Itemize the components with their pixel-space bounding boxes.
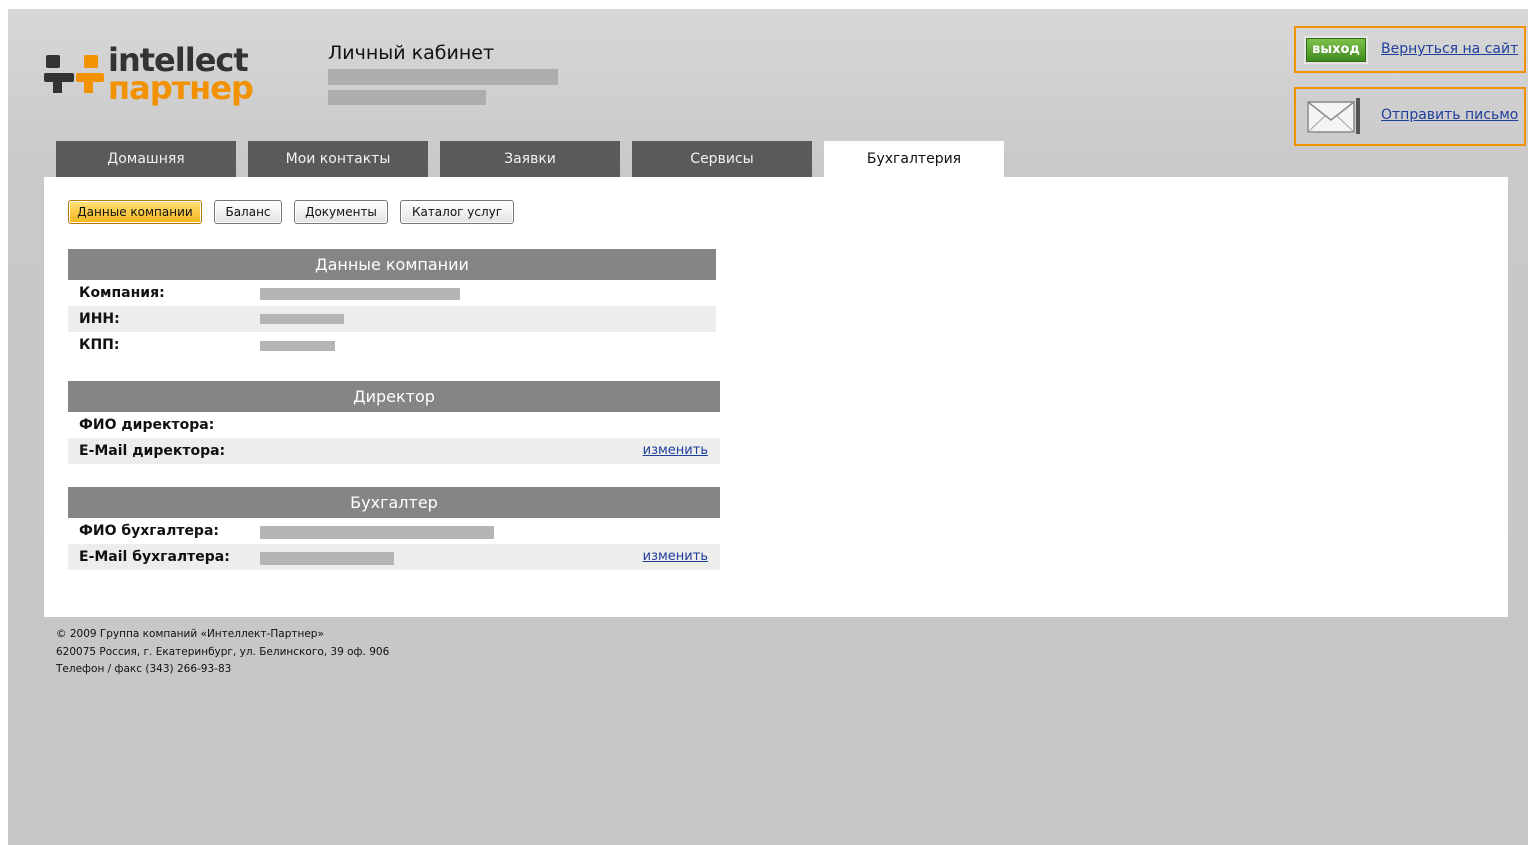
envelope-icon[interactable]	[1306, 98, 1364, 136]
page-title: Личный кабинет	[328, 42, 495, 64]
inn-value-redacted	[260, 314, 344, 324]
director-email-row: E-Mail директора: изменить	[68, 438, 720, 464]
accountant-name-redacted	[260, 526, 494, 539]
page-background: intellect партнер Личный кабинет выход В…	[8, 9, 1528, 845]
director-email-edit-link[interactable]: изменить	[643, 438, 708, 464]
kpp-row: КПП:	[68, 332, 716, 358]
tab-services[interactable]: Сервисы	[632, 141, 812, 177]
subnav-company-data-button[interactable]: Данные компании	[68, 200, 202, 224]
inn-label: ИНН:	[79, 311, 120, 327]
subnav-service-catalog-button[interactable]: Каталог услуг	[400, 200, 514, 224]
logo-mark-dark	[46, 55, 60, 68]
company-data-heading: Данные компании	[68, 249, 716, 280]
director-name-label: ФИО директора:	[79, 417, 215, 433]
tab-my-contacts[interactable]: Мои контакты	[248, 141, 428, 177]
user-name-redacted	[328, 69, 558, 85]
intellect-partner-logo[interactable]: intellect партнер	[44, 41, 269, 115]
footer-address: 620075 Россия, г. Екатеринбург, ул. Бели…	[56, 645, 390, 658]
kpp-label: КПП:	[79, 337, 120, 353]
kpp-value-redacted	[260, 341, 335, 351]
exit-panel: выход Вернуться на сайт	[1294, 26, 1526, 73]
footer: © 2009 Группа компаний «Интеллект-Партне…	[56, 626, 389, 679]
exit-button[interactable]: выход	[1306, 38, 1366, 62]
tab-requests[interactable]: Заявки	[440, 141, 620, 177]
company-data-section: Данные компании Компания: ИНН: КПП:	[68, 249, 716, 358]
subnav-balance-button[interactable]: Баланс	[214, 200, 282, 224]
logo-mark-orange-stem	[84, 81, 93, 93]
accountant-email-redacted	[260, 552, 394, 565]
footer-copyright: © 2009 Группа компаний «Интеллект-Партне…	[56, 628, 324, 640]
director-email-label: E-Mail директора:	[79, 443, 226, 459]
accountant-email-row: E-Mail бухгалтера: изменить	[68, 544, 720, 570]
company-row: Компания:	[68, 280, 716, 306]
tab-home[interactable]: Домашняя	[56, 141, 236, 177]
back-to-site-link[interactable]: Вернуться на сайт	[1381, 41, 1518, 57]
director-section: Директор ФИО директора: E-Mail директора…	[68, 381, 720, 464]
accountant-name-label: ФИО бухгалтера:	[79, 523, 219, 539]
company-value-redacted	[260, 288, 460, 300]
director-name-row: ФИО директора:	[68, 412, 720, 438]
accountant-heading: Бухгалтер	[68, 487, 720, 518]
logo-word-partner: партнер	[108, 69, 254, 107]
logo-mark-orange	[84, 55, 98, 68]
send-mail-link[interactable]: Отправить письмо	[1381, 107, 1518, 123]
accountant-name-row: ФИО бухгалтера:	[68, 518, 720, 544]
content-panel: Данные компании Баланс Документы Каталог…	[44, 177, 1508, 617]
company-label: Компания:	[79, 285, 165, 301]
logo-mark-dark-stem	[53, 81, 62, 93]
user-info-redacted	[328, 90, 486, 105]
send-mail-panel: Отправить письмо	[1294, 87, 1526, 146]
accountant-section: Бухгалтер ФИО бухгалтера: E-Mail бухгалт…	[68, 487, 720, 570]
inn-row: ИНН:	[68, 306, 716, 332]
accountant-email-label: E-Mail бухгалтера:	[79, 549, 230, 565]
accountant-email-edit-link[interactable]: изменить	[643, 544, 708, 570]
director-heading: Директор	[68, 381, 720, 412]
footer-phone: Телефон / факс (343) 266-93-83	[56, 663, 232, 675]
subnav-documents-button[interactable]: Документы	[294, 200, 388, 224]
tab-accounting[interactable]: Бухгалтерия	[824, 141, 1004, 178]
